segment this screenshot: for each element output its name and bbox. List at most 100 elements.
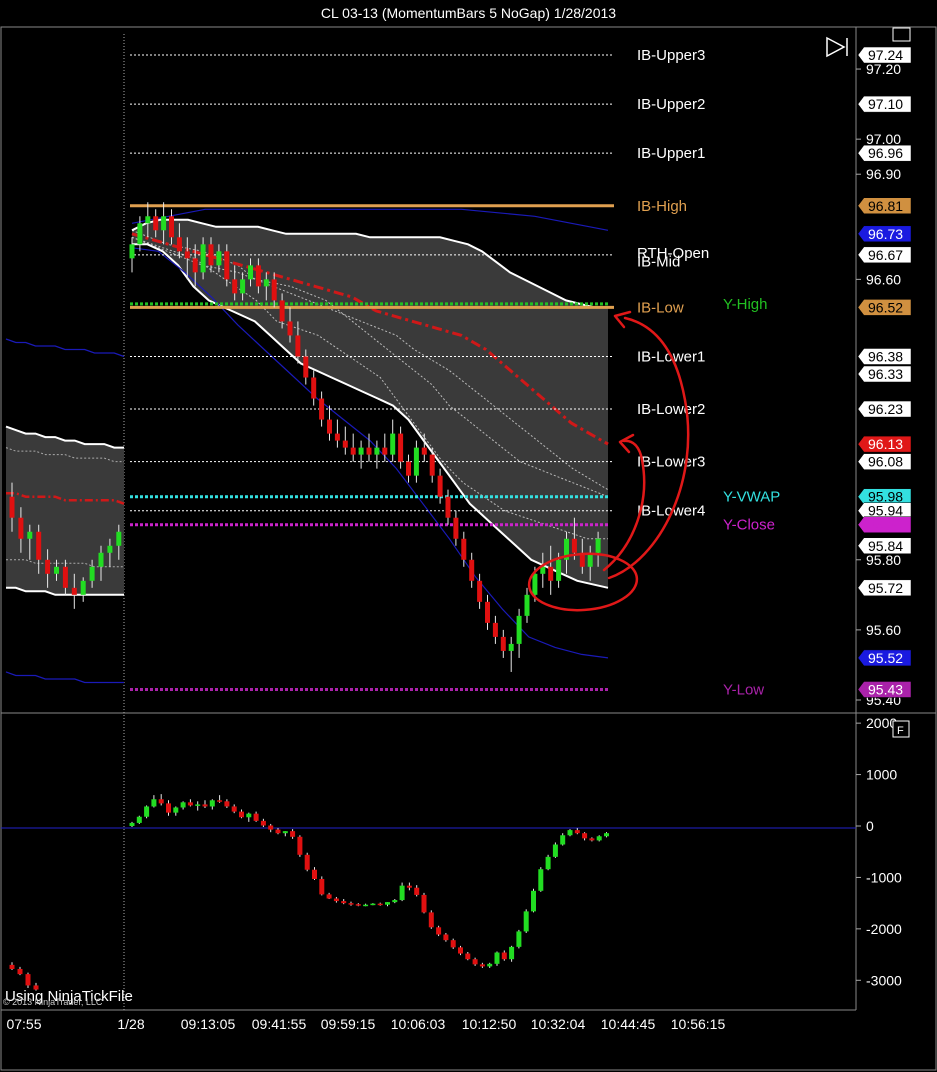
indicator-candle: [144, 806, 150, 817]
indicator-axis-label: 0: [866, 818, 874, 834]
price-candle: [571, 538, 577, 553]
price-candle: [406, 461, 411, 476]
price-candle: [303, 356, 309, 378]
prev-price-candle: [98, 552, 104, 567]
prev-price-candle: [36, 531, 42, 560]
indicator-candle: [355, 904, 361, 906]
indicator-candle: [516, 931, 522, 947]
price-marker: 96.38: [857, 348, 912, 365]
price-candle: [453, 517, 459, 539]
toolbar-play-icon[interactable]: [826, 36, 848, 58]
price-candle: [595, 538, 601, 553]
annotation-arrow-to-vwap-head: [618, 433, 635, 454]
indicator-candle: [239, 811, 244, 818]
price-marker-text: 97.10: [868, 96, 903, 112]
price-candle: [390, 433, 396, 455]
price-marker: 95.90: [857, 516, 912, 533]
price-marker-text: 96.67: [868, 247, 903, 263]
prev-price-candle: [45, 559, 51, 574]
level-label: IB-Upper1: [637, 145, 705, 162]
indicator-candle: [319, 878, 325, 895]
price-marker: 96.73: [857, 225, 912, 243]
indicator-candle: [348, 903, 354, 905]
indicator-candle: [436, 927, 442, 935]
price-candle: [500, 636, 506, 651]
price-marker: 95.43: [857, 681, 912, 698]
price-candle: [319, 398, 325, 420]
indicator-candle: [523, 911, 529, 932]
price-candle: [508, 643, 514, 651]
indicator-candle: [472, 959, 478, 965]
price-marker-text: 96.33: [868, 366, 903, 382]
price-marker: 96.33: [857, 365, 912, 383]
price-candle: [248, 265, 253, 280]
indicator-candle: [479, 964, 485, 967]
indicator-candle: [363, 904, 369, 907]
prev-indicator-candle: [17, 968, 23, 975]
price-candle: [224, 251, 230, 280]
prev-session-far-lower-band: [5, 671, 124, 684]
chart-canvas[interactable]: IB-Upper3IB-Upper2IB-Upper1IB-HighRTH-Op…: [0, 0, 937, 1072]
price-candle: [287, 321, 293, 336]
time-axis-label: 10:06:03: [391, 1016, 446, 1032]
price-candle: [255, 265, 261, 287]
indicator-candle: [275, 829, 281, 834]
price-marker-text: 96.52: [868, 299, 903, 315]
indicator-candle: [290, 831, 296, 837]
indicator-candle: [596, 836, 602, 841]
price-candle: [169, 216, 174, 238]
prev-price-candle: [27, 531, 33, 539]
indicator-candle: [173, 807, 179, 813]
time-axis-label: 10:44:45: [601, 1016, 656, 1032]
panel-corner-icon-indicator[interactable]: F: [892, 720, 910, 738]
level-label: IB-High: [637, 198, 687, 215]
price-candle: [445, 496, 451, 518]
indicator-candle: [531, 890, 536, 912]
price-candle: [240, 279, 246, 294]
level-label: IB-Mid: [637, 253, 680, 270]
indicator-candle: [158, 799, 164, 804]
level-label: IB-Lower2: [637, 401, 705, 418]
price-marker-text: 95.90: [868, 517, 903, 533]
indicator-candle: [231, 806, 237, 812]
price-candle: [469, 559, 475, 581]
price-marker: 96.23: [857, 400, 912, 418]
panel-corner-icon-top[interactable]: [892, 27, 911, 42]
level-label: IB-Upper2: [637, 96, 705, 113]
indicator-candle: [333, 898, 339, 902]
price-marker: 95.84: [857, 537, 912, 555]
price-marker-text: 95.52: [868, 650, 903, 666]
indicator-candle: [465, 953, 471, 960]
indicator-candle: [494, 952, 500, 964]
price-candle: [350, 447, 356, 455]
time-axis-label: 09:41:55: [252, 1016, 307, 1032]
price-marker: 96.96: [857, 144, 912, 162]
price-axis-label: 95.80: [866, 552, 901, 568]
price-marker-text: 95.84: [868, 538, 903, 554]
indicator-candle: [151, 799, 157, 807]
copyright-text: © 2013 NinjaTrader, LLC: [3, 997, 103, 1007]
price-candle: [516, 615, 522, 644]
price-marker: 96.67: [857, 246, 912, 264]
level-label: IB-Upper3: [637, 47, 705, 64]
svg-text:F: F: [897, 725, 904, 737]
indicator-candle: [326, 894, 332, 899]
price-marker-text: 96.08: [868, 454, 903, 470]
indicator-candle: [260, 820, 266, 826]
indicator-candle: [450, 940, 456, 948]
indicator-candle: [501, 952, 507, 960]
prev-price-candle: [62, 566, 68, 588]
indicator-candle: [195, 804, 201, 806]
prev-session-far-upper-band: [5, 338, 125, 358]
level-label: Y-VWAP: [723, 489, 780, 506]
price-candle: [366, 447, 372, 455]
price-marker-text: 95.43: [868, 681, 903, 697]
price-candle: [200, 244, 206, 273]
indicator-candle: [268, 825, 274, 830]
price-candle: [295, 335, 301, 357]
indicator-candle: [282, 831, 288, 834]
price-candle: [161, 216, 167, 231]
indicator-candle: [509, 946, 515, 960]
price-axis-label: 96.60: [866, 271, 901, 287]
indicator-axis-label: -2000: [866, 921, 902, 937]
